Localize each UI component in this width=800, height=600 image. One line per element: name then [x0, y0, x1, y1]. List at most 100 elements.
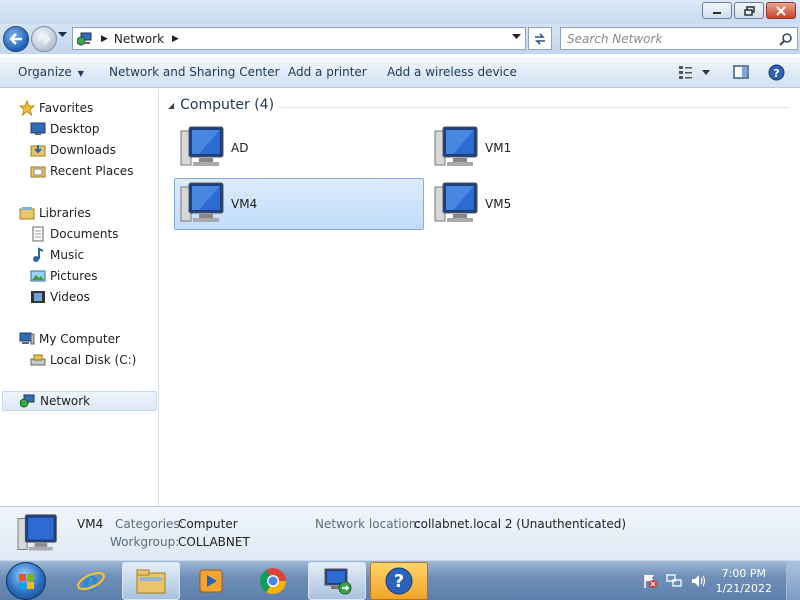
search-box[interactable]: [560, 27, 798, 50]
svg-text:?: ?: [773, 67, 779, 80]
address-bar[interactable]: ▶ Network ▶: [72, 27, 526, 50]
computer-name: AD: [231, 141, 249, 155]
internet-explorer-icon: e: [77, 567, 105, 596]
back-button[interactable]: [3, 26, 29, 52]
close-button[interactable]: [766, 2, 796, 19]
computer-monitor-icon: [180, 126, 224, 166]
svg-text:e: e: [83, 567, 100, 596]
nav-mycomputer-label: My Computer: [39, 332, 120, 346]
computer-monitor-icon: [17, 514, 57, 551]
action-center-flag-icon[interactable]: [642, 573, 658, 589]
taskbar: e ? 7:00 PM 1/21/2022: [0, 560, 800, 600]
libraries-icon: [19, 205, 35, 221]
network-icon: [77, 32, 92, 45]
recent-pages-dropdown-icon[interactable]: [58, 32, 67, 38]
add-printer-button[interactable]: Add a printer: [288, 65, 367, 79]
breadcrumb-separator: ▶: [101, 33, 108, 44]
music-note-icon: [30, 247, 46, 263]
address-dropdown-icon[interactable]: [512, 34, 521, 40]
help-icon: ?: [768, 64, 785, 81]
nav-network[interactable]: Network: [2, 391, 157, 411]
taskbar-media-player[interactable]: [182, 562, 240, 600]
details-item-name: VM4: [77, 517, 104, 531]
minimize-button[interactable]: [702, 2, 732, 19]
desktop-icon: [30, 121, 46, 137]
restore-icon: [743, 5, 755, 16]
clock[interactable]: 7:00 PM 1/21/2022: [716, 566, 772, 596]
taskbar-remote-desktop[interactable]: [308, 562, 366, 600]
nav-videos[interactable]: Videos: [30, 287, 90, 307]
nav-libraries[interactable]: Libraries: [19, 203, 91, 223]
show-desktop-button[interactable]: [786, 561, 800, 600]
taskbar-internet-explorer[interactable]: e: [62, 562, 120, 600]
nav-local-disk[interactable]: Local Disk (C:): [30, 350, 136, 370]
collapse-triangle-icon[interactable]: ◢: [168, 101, 174, 110]
computer-tile-selected[interactable]: VM4: [174, 178, 424, 230]
nav-downloads[interactable]: Downloads: [30, 140, 116, 160]
taskbar-file-explorer[interactable]: [122, 562, 180, 600]
network-status-icon[interactable]: [666, 573, 682, 589]
computer-tile[interactable]: VM1: [428, 122, 678, 174]
recent-places-icon: [30, 163, 46, 179]
view-options-icon: [679, 66, 710, 79]
start-button[interactable]: [6, 562, 46, 600]
remote-desktop-icon: [324, 568, 352, 595]
details-workgroup-label: Workgroup:: [110, 535, 180, 549]
nav-favorites-label: Favorites: [39, 101, 94, 115]
forward-button[interactable]: [31, 26, 57, 52]
back-arrow-icon: [9, 33, 22, 45]
network-sharing-center-button[interactable]: Network and Sharing Center: [109, 65, 280, 79]
details-network-location-value: collabnet.local 2 (Unauthenticated): [414, 517, 627, 531]
downloads-folder-icon: [30, 142, 46, 158]
nav-recent-places[interactable]: Recent Places: [30, 161, 133, 181]
computer-icon: [19, 331, 35, 347]
maximize-button[interactable]: [734, 2, 764, 19]
taskbar-help[interactable]: ?: [370, 562, 428, 600]
computer-monitor-icon: [434, 182, 478, 222]
help-button[interactable]: ?: [768, 64, 785, 84]
volume-icon[interactable]: [690, 573, 706, 589]
nav-music[interactable]: Music: [30, 245, 84, 265]
search-icon[interactable]: [779, 32, 793, 46]
nav-music-label: Music: [50, 248, 85, 262]
breadcrumb-network[interactable]: Network: [114, 32, 164, 46]
computer-monitor-icon: [180, 182, 224, 222]
search-input[interactable]: [567, 31, 767, 46]
group-header[interactable]: ◢ Computer (4): [168, 97, 274, 113]
taskbar-chrome[interactable]: [244, 562, 302, 600]
close-icon: [776, 5, 786, 16]
nav-pictures[interactable]: Pictures: [30, 266, 98, 286]
organize-menu[interactable]: Organize ▼: [18, 65, 84, 79]
videos-filmstrip-icon: [30, 289, 46, 305]
media-player-icon: [199, 569, 223, 593]
help-icon: ?: [385, 567, 413, 595]
clock-date: 1/21/2022: [715, 582, 772, 595]
details-pane: VM4 Categories: Computer Workgroup: COLL…: [0, 506, 800, 560]
add-wireless-device-button[interactable]: Add a wireless device: [387, 65, 517, 79]
computer-tile[interactable]: VM5: [428, 178, 678, 230]
breadcrumb-separator[interactable]: ▶: [172, 34, 179, 44]
svg-text:?: ?: [394, 571, 404, 592]
preview-pane-icon: [733, 65, 749, 79]
nav-documents[interactable]: Documents: [30, 224, 118, 244]
computer-name: VM4: [231, 197, 258, 211]
nav-desktop[interactable]: Desktop: [30, 119, 100, 139]
organize-label: Organize: [18, 65, 72, 79]
nav-favorites[interactable]: Favorites: [19, 98, 93, 118]
star-icon: [19, 100, 35, 116]
computer-tile[interactable]: AD: [174, 122, 424, 174]
windows-logo-icon: [19, 574, 34, 589]
preview-pane-button[interactable]: [733, 64, 749, 83]
minimize-icon: [713, 11, 721, 14]
nav-my-computer[interactable]: My Computer: [19, 329, 120, 349]
nav-libraries-label: Libraries: [39, 206, 91, 220]
navigation-pane: Favorites Desktop Downloads Recent Place…: [0, 89, 159, 506]
details-workgroup-value: COLLABNET: [178, 535, 250, 549]
change-view-button[interactable]: [678, 64, 710, 83]
refresh-icon: [535, 32, 545, 45]
details-categories-value: Computer: [178, 517, 238, 531]
refresh-button[interactable]: [528, 27, 552, 50]
documents-icon: [30, 226, 46, 242]
computer-name: VM1: [485, 141, 512, 155]
title-bar: [0, 0, 800, 24]
